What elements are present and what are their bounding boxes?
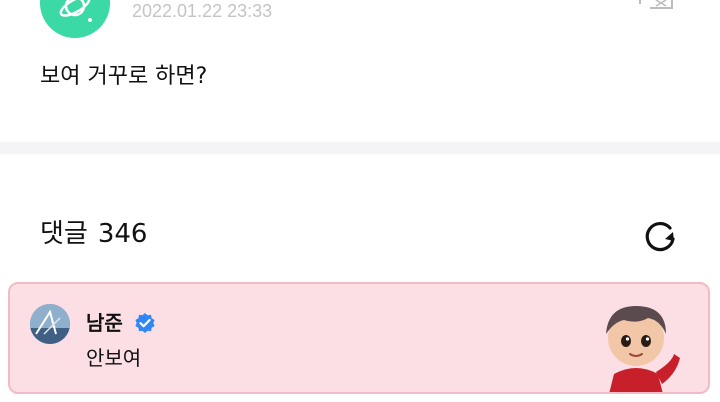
comment-author-avatar[interactable] xyxy=(30,304,70,344)
post-author-avatar[interactable] xyxy=(40,0,110,38)
comments-title: 댓글 346 xyxy=(40,218,147,250)
post-body-text: 보여 거꾸로 하면? xyxy=(40,64,208,89)
comment-text: 안보여 xyxy=(86,346,142,370)
post-timestamp: 2022.01.22 23:33 xyxy=(132,1,273,21)
translate-icon[interactable] xyxy=(626,0,678,12)
verified-badge-icon xyxy=(135,313,155,333)
comments-count: 346 xyxy=(97,219,148,249)
comments-header: 댓글 346 xyxy=(0,154,720,282)
avatar-image xyxy=(30,304,70,344)
refresh-icon xyxy=(645,221,675,252)
refresh-button[interactable] xyxy=(638,214,682,258)
planet-logo-icon xyxy=(59,0,92,22)
post-section: 2022.01.22 23:33 보여 거꾸로 하면? xyxy=(0,0,720,142)
character-sticker-icon xyxy=(606,306,680,392)
highlighted-comment[interactable]: 남준 안보여 xyxy=(8,282,710,394)
comment-author-name[interactable]: 남준 xyxy=(86,310,123,336)
comments-label: 댓글 xyxy=(40,219,88,249)
section-divider xyxy=(0,142,720,154)
